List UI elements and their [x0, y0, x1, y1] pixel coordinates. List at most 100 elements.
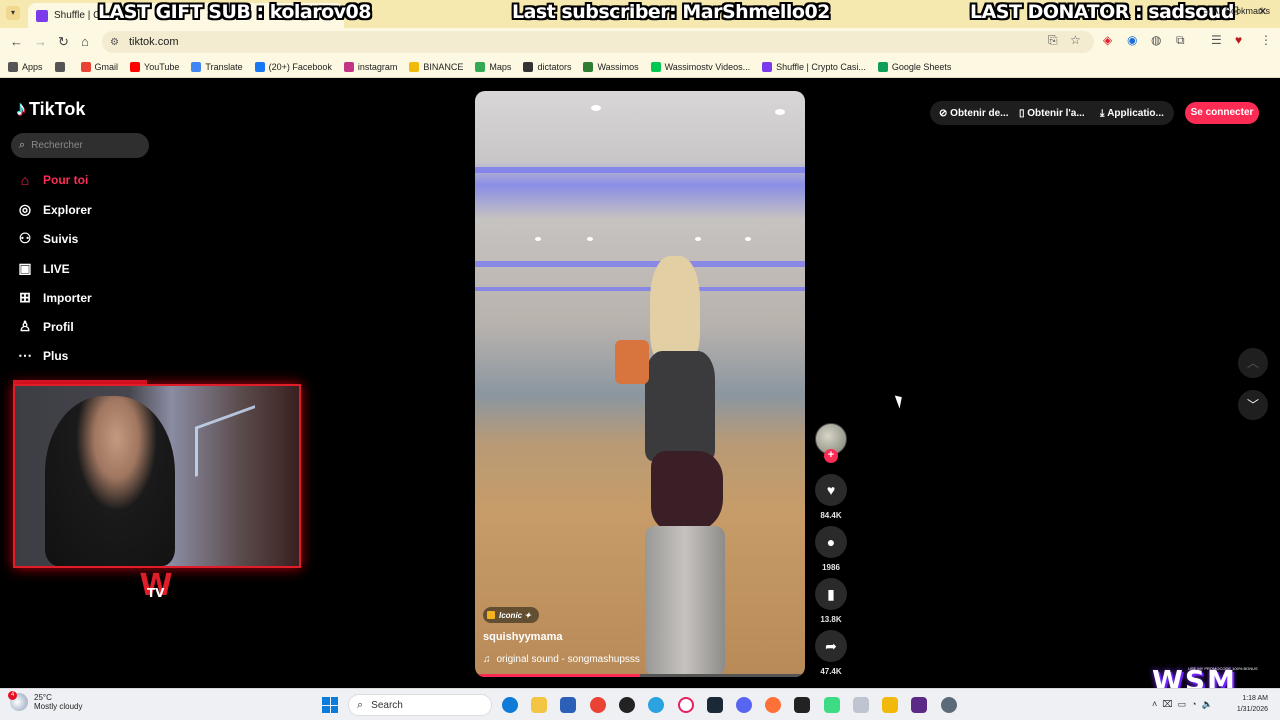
menu-dots-icon[interactable]: ⋮	[1260, 33, 1272, 47]
app-icon[interactable]	[824, 697, 840, 713]
video-player[interactable]: Iconic ✦ squishyymama ♫ original sound -…	[475, 91, 805, 677]
bookmark-favicon-icon	[8, 61, 18, 72]
compass-icon: ◎	[18, 201, 32, 217]
nzxt-icon[interactable]	[911, 697, 927, 713]
video-progress-fill	[475, 674, 640, 677]
system-tray[interactable]: ˄ ⌧ ▭ ◔ 🔈	[1152, 699, 1213, 710]
chrome-icon[interactable]	[590, 697, 606, 713]
nav-live[interactable]: ▣ LIVE	[16, 260, 69, 277]
telegram-icon[interactable]	[648, 697, 664, 713]
like-button[interactable]: ♥	[815, 474, 847, 506]
search-input[interactable]: ⌕ Rechercher	[11, 133, 149, 158]
nav-pour-toi[interactable]: ⌂ Pour toi	[16, 172, 89, 188]
extension-icon[interactable]: ◈	[1103, 33, 1112, 47]
video-username[interactable]: squishyymama	[483, 631, 562, 643]
folder-icon: ▭	[1201, 6, 1213, 16]
address-bar[interactable]: ⚙ tiktok.com	[102, 31, 1094, 53]
get-coins-button[interactable]: ⊘ Obtenir de...	[939, 102, 1009, 124]
bookmark-item[interactable]: (20+) Facebook	[254, 61, 332, 72]
bookmark-favicon-icon	[80, 61, 91, 72]
promo-text: USE MY PROMOCODE 100% BONUS	[1188, 666, 1258, 671]
nav-importer[interactable]: ⊞ Importer	[16, 289, 92, 306]
clock[interactable]: 1:18 AM 1/31/2026	[1237, 693, 1268, 715]
site-info-icon[interactable]: ⚙	[110, 37, 119, 48]
video-progress-bar[interactable]	[475, 674, 805, 677]
login-button[interactable]: Se connecter	[1185, 102, 1259, 124]
profile-avatar-icon[interactable]: ♥	[1235, 33, 1242, 47]
bookmark-item[interactable]: Apps	[8, 61, 43, 72]
bookmark-item[interactable]: Wassimostv Videos...	[650, 61, 750, 72]
bookmark-favicon-icon	[762, 61, 773, 72]
bookmark-item[interactable]: Shuffle | Crypto Casi...	[762, 61, 866, 72]
all-bookmarks-button[interactable]: ▭ All Bookmarks	[1202, 6, 1270, 17]
last-gift-sub-overlay: LAST GIFT SUB : kolarov08	[98, 1, 371, 23]
tab-search-icon[interactable]: ☰	[1211, 33, 1222, 47]
epic-games-icon[interactable]	[794, 697, 810, 713]
get-app-button[interactable]: ▯ Obtenir l'a...	[1019, 102, 1085, 124]
firefox-icon[interactable]	[765, 697, 781, 713]
bookmark-item[interactable]: YouTube	[130, 61, 179, 72]
extension-icon[interactable]: ◉	[1127, 33, 1137, 47]
coin-icon: ⊘	[939, 107, 951, 119]
bookmark-item[interactable]: Wassimos	[583, 61, 639, 72]
video-badge[interactable]: Iconic ✦	[483, 607, 540, 623]
bookmark-item[interactable]: Maps	[475, 61, 511, 72]
settings-gear-icon[interactable]	[941, 697, 957, 713]
obs-icon[interactable]	[619, 697, 635, 713]
edge-icon[interactable]	[502, 697, 518, 713]
video-sound[interactable]: ♫ original sound - songmashupsss	[483, 654, 640, 665]
bookmark-favicon-icon	[475, 61, 486, 72]
video-subject	[615, 256, 725, 676]
steam-icon[interactable]	[707, 697, 723, 713]
follow-plus-icon[interactable]: +	[824, 449, 838, 463]
forward-icon[interactable]: →	[34, 34, 47, 49]
bookmark-item[interactable]: BINANCE	[409, 61, 463, 72]
tiktok-logo[interactable]: ♪ TikTok	[16, 98, 85, 121]
home-icon[interactable]: ⌂	[81, 34, 89, 49]
desktop-app-button[interactable]: ⤓ Applicatio...	[1100, 102, 1164, 124]
share-button[interactable]: ➦	[815, 630, 847, 662]
sparkle-icon: ✦	[522, 610, 532, 620]
binance-icon[interactable]	[882, 697, 898, 713]
bookmark-item[interactable]: dictators	[523, 61, 571, 72]
bookmark-item[interactable]: Translate	[191, 61, 243, 72]
file-explorer-icon[interactable]	[531, 697, 547, 713]
app-icon[interactable]	[853, 697, 869, 713]
music-note-icon: ♫	[483, 654, 491, 665]
search-icon: ⌕	[357, 698, 364, 711]
bookmark-favicon-icon	[409, 61, 420, 72]
bookmark-star-icon[interactable]: ☆	[1070, 33, 1081, 47]
tab-search-button[interactable]: ▾	[6, 6, 20, 20]
bookmark-item[interactable]: Gmail	[80, 61, 118, 72]
windows-start-icon[interactable]	[322, 697, 338, 713]
bookmark-item[interactable]: instagram	[343, 61, 397, 72]
previous-video-button[interactable]: ︿	[1238, 348, 1268, 378]
back-icon[interactable]: ←	[10, 34, 23, 49]
windows-taskbar: 4 25°C Mostly cloudy ⌕ Search ˄ ⌧ ▭ ◔ 🔈 …	[0, 688, 1280, 720]
store-icon[interactable]	[560, 697, 576, 713]
nav-explorer[interactable]: ◎ Explorer	[16, 201, 92, 218]
reload-icon[interactable]: ↻	[58, 34, 69, 50]
next-video-button[interactable]: ﹀	[1238, 390, 1268, 420]
taskbar-search[interactable]: ⌕ Search	[348, 694, 492, 716]
nav-plus[interactable]: ⋯ Plus	[16, 347, 68, 364]
tiktok-note-icon: ♪	[16, 98, 26, 120]
nav-profil[interactable]: ♙ Profil	[16, 318, 74, 335]
bookmark-item[interactable]: Google Sheets	[877, 61, 951, 72]
weather-widget[interactable]: 4 25°C Mostly cloudy	[8, 691, 82, 711]
home-icon: ⌂	[20, 172, 30, 188]
mouse-cursor-icon	[894, 393, 906, 409]
comment-button[interactable]: ●	[815, 526, 847, 558]
discord-icon[interactable]	[736, 697, 752, 713]
extensions-puzzle-icon[interactable]: ⧉	[1176, 33, 1185, 48]
chevron-up-icon: ︿	[1246, 356, 1259, 370]
opera-icon[interactable]	[678, 697, 694, 713]
comment-count: 1986	[822, 563, 840, 572]
install-app-icon[interactable]: ⎘	[1048, 33, 1058, 48]
save-button[interactable]: ▮	[815, 578, 847, 610]
nav-suivis[interactable]: ⚇ Suivis	[16, 230, 79, 247]
bookmark-item[interactable]	[54, 61, 69, 72]
streamer-w-logo: W TV	[139, 568, 173, 603]
download-icon: ⤓	[1100, 107, 1108, 119]
extension-icon[interactable]: ◍	[1151, 33, 1161, 47]
